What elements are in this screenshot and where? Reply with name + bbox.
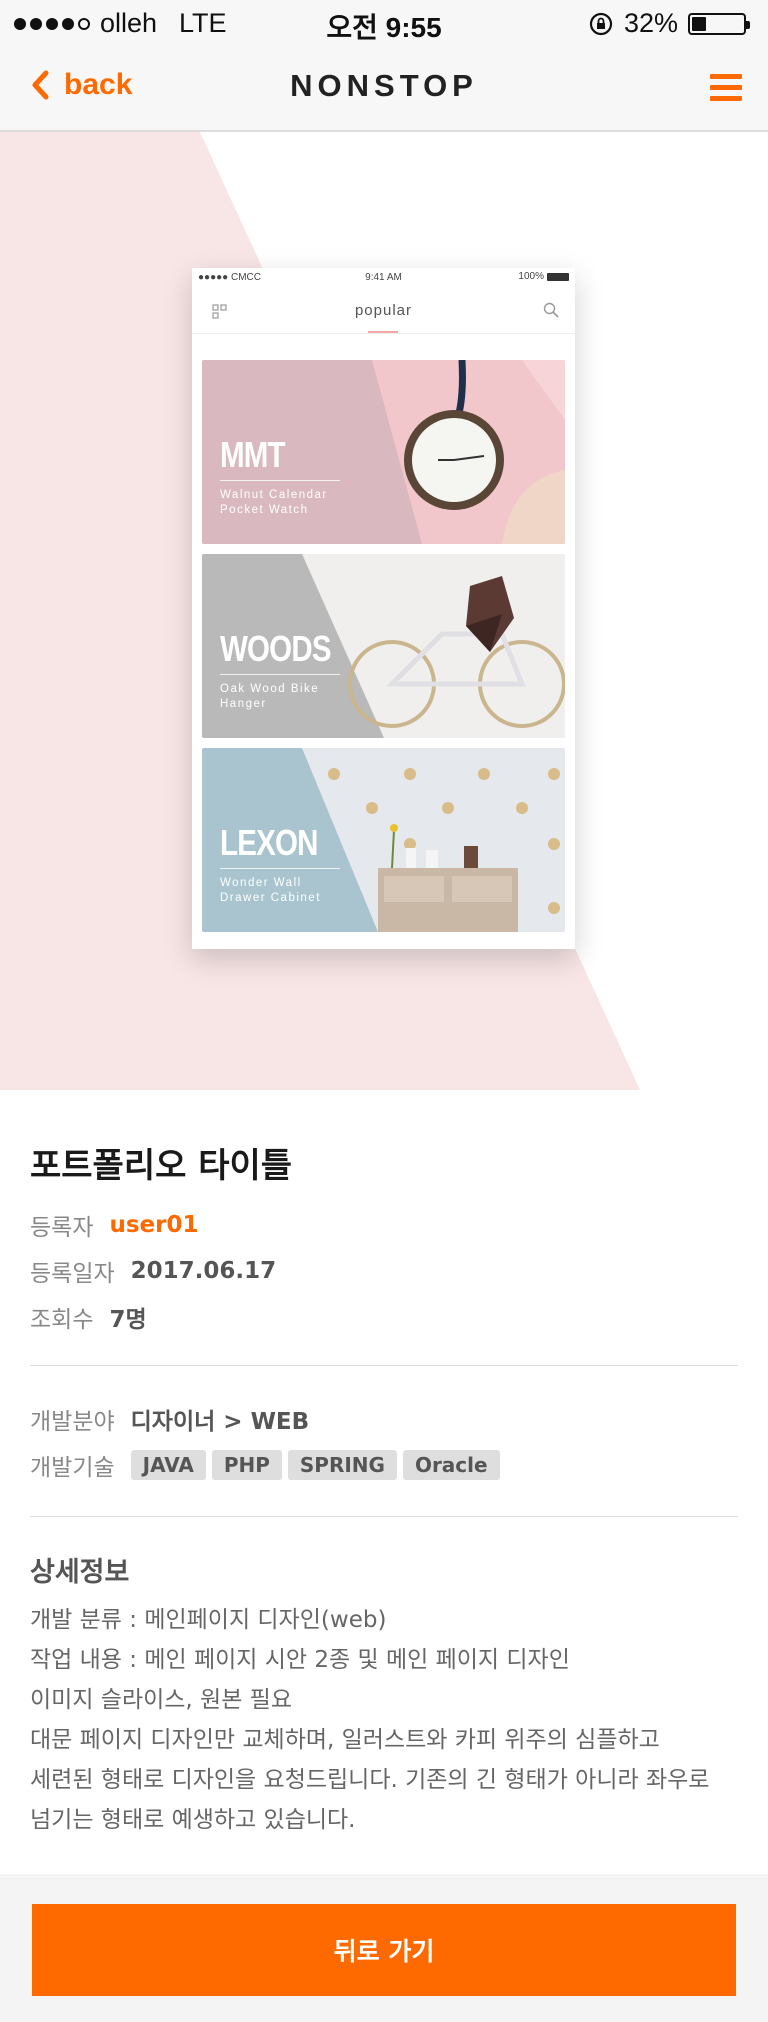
field-value: 디자이너 > WEB (130, 1409, 310, 1435)
tech-label: 개발기술 (30, 1455, 115, 1481)
mockup-battery-icon (547, 272, 569, 281)
card-subtitle: Walnut Calendar Pocket Watch (220, 489, 328, 516)
card-subtitle: Wonder Wall Drawer Cabinet (220, 877, 321, 904)
mockup-battery-percent: 100% (518, 271, 544, 282)
detail-section-title: 상세정보 (30, 1557, 130, 1588)
hamburger-menu-icon[interactable] (710, 74, 742, 102)
date-label: 등록일자 (30, 1261, 115, 1287)
portfolio-detail: 포트폴리오 타이틀 등록자 user01 등록일자 2017.06.17 조회수… (0, 1090, 768, 1874)
date-row: 등록일자 2017.06.17 (30, 1254, 276, 1288)
detail-line: 대문 페이지 디자인만 교체하며, 일러스트와 카피 위주의 심플하고 (30, 1727, 660, 1753)
card-name: MMT (220, 434, 286, 475)
date-value: 2017.06.17 (130, 1258, 277, 1284)
card-divider (220, 868, 340, 869)
views-value: 7명 (109, 1307, 147, 1333)
registrant-row: 등록자 user01 (30, 1208, 199, 1242)
detail-line: 세련된 형태로 디자인을 요청드립니다. 기존의 긴 형태가 아니라 좌우로 (30, 1767, 710, 1793)
mockup-tab-indicator (368, 331, 398, 333)
footer: 뒤로 가기 (0, 1874, 768, 2022)
detail-description: 개발 분류 : 메인페이지 디자인(web) 작업 내용 : 메인 페이지 시안… (30, 1600, 750, 1840)
field-label: 개발분야 (30, 1409, 115, 1435)
card-name: LEXON (220, 822, 318, 863)
detail-line: 작업 내용 : 메인 페이지 시안 2종 및 메인 페이지 디자인 (30, 1647, 570, 1673)
mockup-battery: 100% (518, 271, 569, 282)
tech-tags: JAVA PHP SPRING Oracle (130, 1450, 500, 1480)
divider (30, 1516, 738, 1517)
card-name: WOODS (220, 628, 332, 669)
card-subtitle: Oak Wood Bike Hanger (220, 683, 320, 710)
rotation-lock-icon (589, 12, 613, 35)
go-back-button[interactable]: 뒤로 가기 (32, 1904, 736, 1996)
search-icon (543, 302, 559, 318)
mockup-card-mmt: MMT Walnut Calendar Pocket Watch (202, 360, 565, 544)
registrant-label: 등록자 (30, 1215, 94, 1241)
field-row: 개발분야 디자이너 > WEB (30, 1402, 309, 1436)
divider (30, 1365, 738, 1366)
mockup-title: popular (354, 302, 413, 319)
mockup-card-woods: WOODS Oak Wood Bike Hanger (202, 554, 565, 738)
battery-percent: 32% (623, 8, 678, 38)
page-title: NONSTOP (290, 68, 478, 103)
mockup-status-bar: ●●●●● CMCC 9:41 AM 100% (192, 268, 575, 288)
portfolio-title: 포트폴리오 타이틀 (30, 1146, 293, 1186)
detail-line: 넘기는 형태로 예생하고 있습니다. (30, 1807, 356, 1833)
detail-line: 개발 분류 : 메인페이지 디자인(web) (30, 1607, 387, 1633)
tech-tag: PHP (211, 1450, 282, 1480)
tech-tag: Oracle (402, 1450, 500, 1480)
nav-bar: back NONSTOP (0, 46, 768, 132)
mockup-header: popular (192, 288, 575, 334)
mockup-card-lexon: LEXON Wonder Wall Drawer Cabinet (202, 748, 565, 932)
views-row: 조회수 7명 (30, 1300, 147, 1334)
card-divider (220, 480, 340, 481)
card-divider (220, 674, 340, 675)
tech-tag: JAVA (130, 1450, 206, 1480)
detail-line: 이미지 슬라이스, 원본 필요 (30, 1687, 293, 1713)
views-label: 조회수 (30, 1307, 94, 1333)
status-right: 32% (588, 8, 750, 39)
status-bar: olleh LTE 오전 9:55 32% (0, 0, 768, 46)
tech-row: 개발기술 JAVA PHP SPRING Oracle (30, 1448, 500, 1482)
battery-icon (688, 12, 750, 35)
app-mockup-image: ●●●●● CMCC 9:41 AM 100% popular MMT Waln… (192, 268, 575, 949)
hero-banner: ●●●●● CMCC 9:41 AM 100% popular MMT Waln… (0, 132, 768, 1090)
registrant-link[interactable]: user01 (109, 1212, 198, 1238)
tech-tag: SPRING (287, 1450, 397, 1480)
